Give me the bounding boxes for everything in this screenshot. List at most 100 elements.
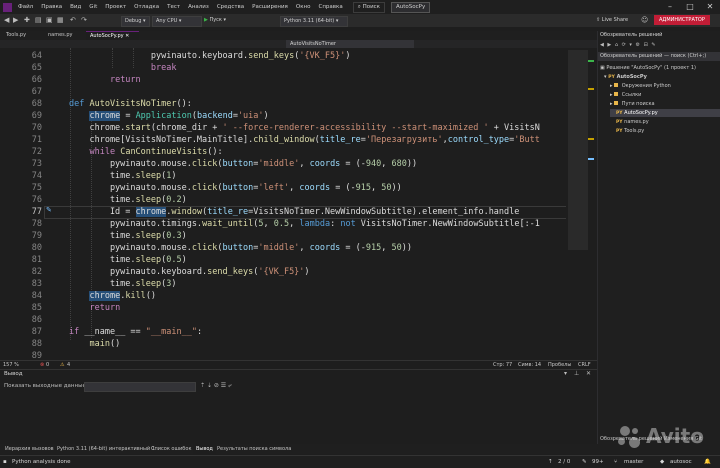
output-source-dropdown[interactable] [84, 382, 196, 392]
platform-dropdown[interactable]: Any CPU ▾ [152, 16, 202, 27]
line-number: 76 [31, 195, 42, 205]
feedback-icon[interactable]: ☺ [641, 16, 648, 25]
search-paths-node[interactable]: ▸ Пути поиска [610, 100, 655, 108]
file-tools-py[interactable]: PY Tools.py [616, 127, 644, 135]
tab-python-interactive[interactable]: Python 3.11 (64-bit) интерактивный 1 [54, 444, 158, 454]
tab-tools-py[interactable]: Tools.py [2, 31, 30, 40]
maximize-icon[interactable]: □ [680, 0, 700, 14]
save-icon[interactable]: ▣ [46, 16, 53, 25]
code-line: time.sleep(3) [69, 279, 177, 289]
configuration-value: Debug [125, 18, 142, 24]
menu-test[interactable]: Тест [163, 4, 184, 10]
branch-name[interactable]: master [624, 456, 643, 468]
folder-icon [614, 83, 619, 87]
line-number: 77 [31, 207, 42, 217]
minimize-icon[interactable]: – [660, 0, 680, 14]
interpreter-dropdown[interactable]: Python 3.11 (64-bit) ▾ [280, 16, 348, 27]
line-number: 74 [31, 171, 42, 181]
open-icon[interactable]: ▤ [35, 16, 42, 25]
line-number: 78 [31, 219, 42, 229]
pin-icon[interactable]: ⊥ [574, 370, 579, 377]
line-number: 73 [31, 159, 42, 169]
python-environments-node[interactable]: ▸ Окружения Python [610, 82, 671, 90]
menu-analyze[interactable]: Анализ [184, 4, 213, 10]
output-toolbar-icons[interactable]: ⇡ ⇣ ⊘ ☰ ⤶ [200, 382, 231, 390]
project-node[interactable]: ▾ PY AutoSocPy [604, 73, 647, 81]
folder-icon [614, 101, 619, 105]
menu-view[interactable]: Вид [66, 4, 85, 10]
back-icon[interactable]: ◀ [4, 16, 9, 25]
line-number: 67 [31, 87, 42, 97]
menu-file[interactable]: Файл [14, 4, 37, 10]
pending-changes-count[interactable]: 99+ [592, 456, 604, 468]
tab-output[interactable]: Вывод [193, 444, 216, 454]
play-icon: ▶ [204, 17, 208, 23]
code-line: return [109, 75, 141, 85]
code-line: break [150, 63, 177, 73]
references-label: Ссылки [621, 92, 642, 98]
code-line: return [89, 303, 121, 313]
solution-explorer: Обозреватель решений ◀ ▶ ⌂ ⟳ ▾ ⚙ ⊟ ✎ Обо… [597, 31, 720, 449]
line-number: 75 [31, 183, 42, 193]
menu-tools[interactable]: Средства [213, 4, 248, 10]
tab-autosocpy-label: AutoSocPy.py [90, 33, 124, 39]
code-line: time.sleep(0.3) [69, 231, 187, 241]
file-autosocpy-py[interactable]: PY AutoSocPy.py [610, 109, 720, 117]
navigation-bar: AutoVisitsNoTimer [0, 40, 597, 48]
solution-label: Решение "AutoSocPy" (1 проект 1) [606, 65, 696, 71]
panel-close-icon[interactable]: ✕ [586, 370, 591, 377]
code-line: pywinauto.keyboard.send_keys('{VK_F5}') [69, 267, 310, 277]
search-label: Поиск [362, 3, 380, 10]
editor-vertical-scrollbar[interactable] [566, 48, 597, 360]
page-indicator[interactable]: 2 / 0 [558, 456, 570, 468]
menu-project[interactable]: Проект [101, 4, 130, 10]
redo-icon[interactable]: ↷ [81, 16, 87, 25]
document-tabs: Tools.py names.py AutoSocPy.py ✕ [0, 31, 597, 41]
menu-help[interactable]: Справка [314, 4, 346, 10]
quick-action-pencil-icon[interactable]: ✎ [46, 206, 52, 214]
solution-explorer-toolbar[interactable]: ◀ ▶ ⌂ ⟳ ▾ ⚙ ⊟ ✎ [598, 41, 720, 50]
live-share-button[interactable]: ⇪ Live Share [596, 16, 628, 25]
save-all-icon[interactable]: ▦ [57, 16, 64, 25]
code-line: chrome[VisitsNoTimer.MainTitle].child_wi… [69, 135, 540, 145]
undo-icon[interactable]: ↶ [70, 16, 76, 25]
scrollbar-marker [588, 138, 594, 140]
code-editor[interactable]: ✎ 64 65 66 67 68 69 70 71 72 73 74 75 76… [0, 48, 597, 360]
tab-call-hierarchy[interactable]: Иерархия вызовов [2, 444, 57, 454]
forward-icon[interactable]: ▶ [13, 16, 18, 25]
tool-window-tabs: Иерархия вызовов Python 3.11 (64-bit) ин… [0, 444, 720, 454]
references-node[interactable]: ▸ Ссылки [610, 91, 641, 99]
tab-names-py[interactable]: names.py [44, 31, 77, 40]
close-icon[interactable]: ✕ [700, 0, 720, 14]
search-icon: ⌕ [357, 3, 361, 10]
menu-debug[interactable]: Отладка [130, 4, 163, 10]
menu-extensions[interactable]: Расширения [248, 4, 292, 10]
configuration-dropdown[interactable]: Debug ▾ [121, 16, 150, 27]
start-button[interactable]: ▶ Пуск ▾ [204, 16, 226, 25]
tab-close-icon[interactable]: ✕ [125, 33, 129, 39]
search-box[interactable]: ⌕ Поиск [352, 1, 385, 13]
code-line: def AutoVisitsNoTimer(): [69, 99, 192, 109]
line-number: 88 [31, 339, 42, 349]
folder-icon [614, 92, 619, 96]
panel-dropdown-icon[interactable]: ▾ [564, 370, 567, 377]
scrollbar-thumb[interactable] [568, 50, 588, 250]
repository-name[interactable]: autosoc [670, 456, 692, 468]
menu-edit[interactable]: Правка [37, 4, 66, 10]
new-item-icon[interactable]: ✚ [24, 16, 30, 25]
menu-window[interactable]: Окно [292, 4, 315, 10]
line-number: 79 [31, 231, 42, 241]
interpreter-value: Python 3.11 (64-bit) [284, 18, 335, 24]
file-names-py[interactable]: PY names.py [616, 118, 649, 126]
code-line: pywinauto.keyboard.send_keys('{VK_F5}') [69, 51, 351, 61]
code-line: Id = chrome.window(title_re=VisitsNoTime… [69, 207, 520, 217]
line-number: 89 [31, 351, 42, 360]
tab-symbol-search-results[interactable]: Результаты поиска символа [214, 444, 294, 454]
tab-error-list[interactable]: Список ошибок [148, 444, 194, 454]
solution-node[interactable]: ▣ Решение "AutoSocPy" (1 проект 1) [600, 64, 696, 72]
method-navigator[interactable]: AutoVisitsNoTimer [286, 40, 414, 48]
menu-git[interactable]: Git [85, 4, 101, 10]
project-label: AutoSocPy [616, 74, 647, 80]
notifications-icon[interactable]: 🔔 [704, 456, 711, 468]
solution-explorer-search[interactable]: Обозреватель решений — поиск (Ctrl+;) [598, 52, 720, 61]
